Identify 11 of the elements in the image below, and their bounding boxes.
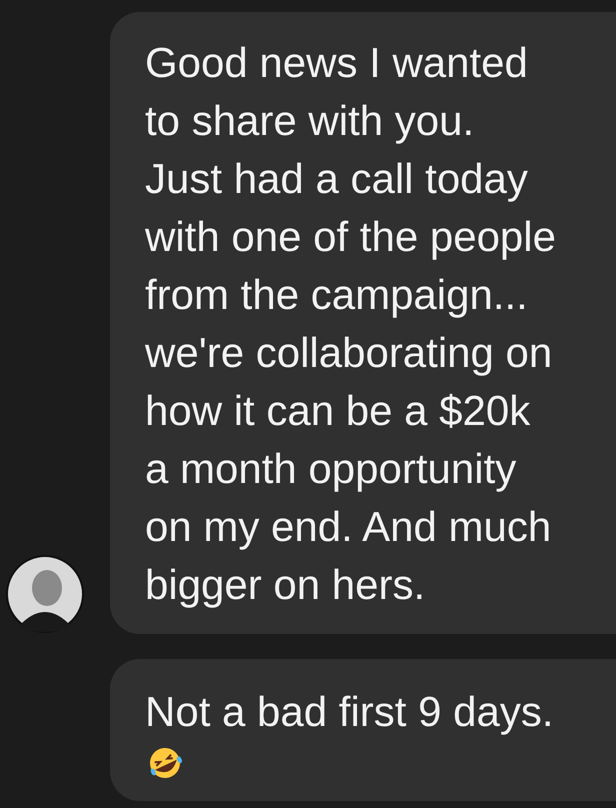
- message-text: Good news I wanted: [145, 38, 528, 88]
- message-text: Not a bad first 9 days.: [145, 687, 554, 737]
- message-text: Just had a call today: [145, 154, 528, 204]
- message-text: how it can be a $20k: [145, 386, 530, 436]
- message-text: on my end. And much: [145, 502, 552, 552]
- message-text: from the campaign...: [145, 270, 528, 320]
- message-text: to share with you.: [145, 96, 474, 146]
- message-text: a month opportunity: [145, 444, 516, 494]
- message-text: we're collaborating on: [145, 328, 552, 378]
- message-text: bigger on hers.: [145, 560, 426, 610]
- message-text: with one of the people: [145, 212, 556, 262]
